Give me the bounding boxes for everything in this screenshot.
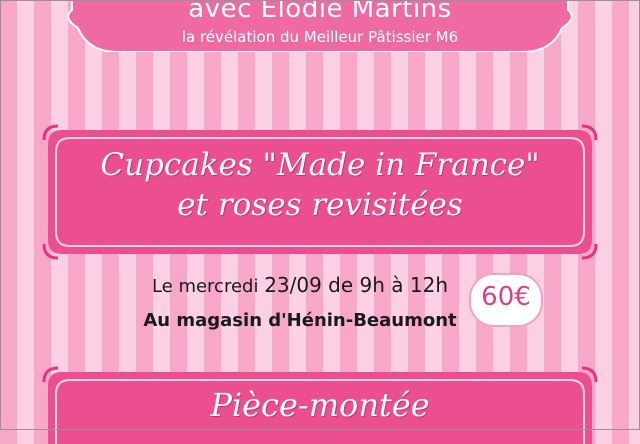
schedule-date-value: 23/09 de 9h à 12h xyxy=(264,273,449,297)
price-label: 60€ xyxy=(481,282,531,312)
workshop2-title: Pièce-montée xyxy=(210,386,430,424)
workshop-banner-cupcakes: Cupcakes "Made in France" et roses revis… xyxy=(40,122,600,262)
workshop-title-line1: Cupcakes "Made in France" xyxy=(100,147,540,183)
header-subtitle: la révélation du Meilleur Pâtissier M6 xyxy=(181,28,459,46)
price-badge: 60€ xyxy=(468,272,544,328)
header-title: avec Elodie Martins xyxy=(188,0,452,24)
workshop-banner-piece-montee: Pièce-montée xyxy=(40,364,600,444)
schedule-date-prefix: Le mercredi xyxy=(151,276,265,297)
workshop-title-line2: et roses revisitées xyxy=(177,187,463,223)
